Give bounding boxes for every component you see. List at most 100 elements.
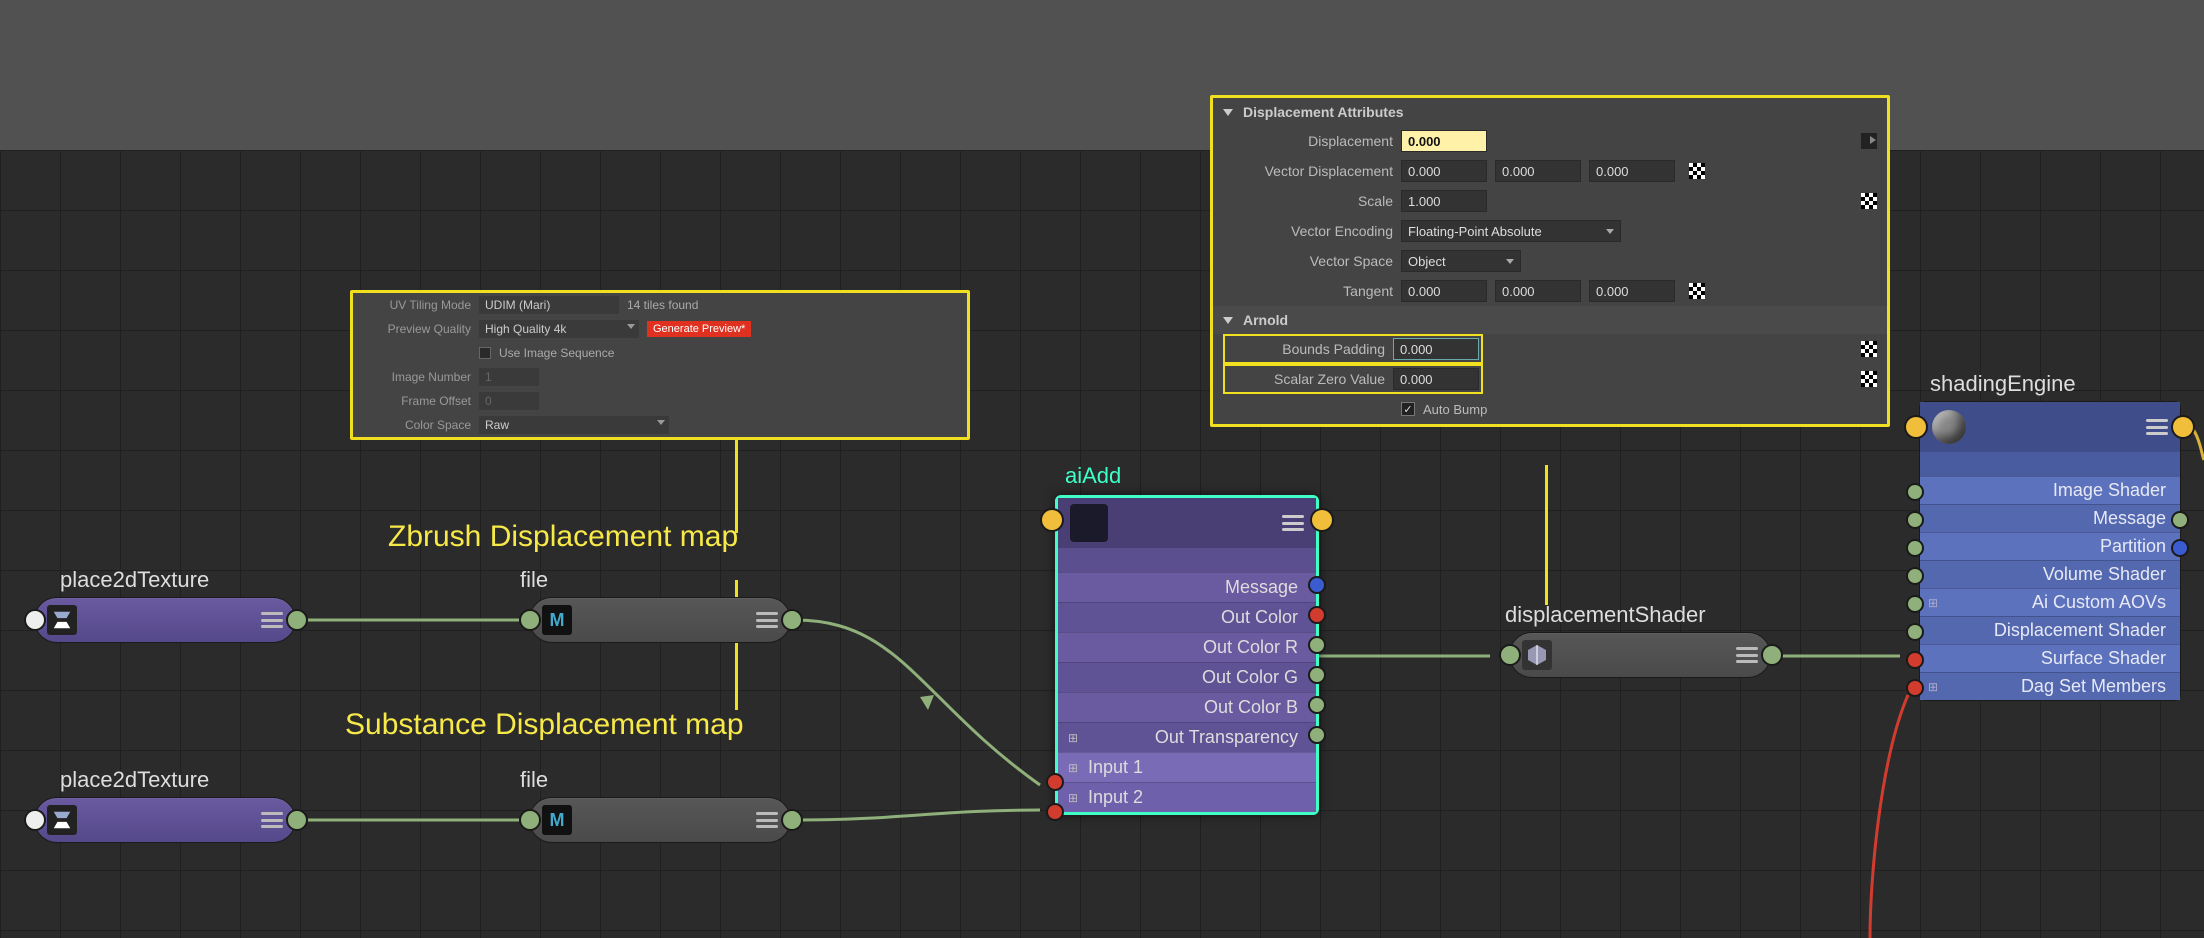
- shading-engine-icon: [1932, 410, 1966, 444]
- tangent-map-button[interactable]: [1689, 283, 1705, 299]
- aiadd-top-out-port[interactable]: [1312, 510, 1332, 530]
- port-displacement-in[interactable]: [1908, 625, 1922, 639]
- color-space-dropdown[interactable]: Raw: [479, 416, 669, 434]
- bounds-padding-highlight: Bounds Padding 0.000: [1223, 334, 1483, 364]
- node-menu-icon[interactable]: [1736, 647, 1758, 663]
- aiadd-out-message[interactable]: Message: [1058, 572, 1316, 602]
- node-menu-icon[interactable]: [1282, 515, 1304, 531]
- se-message[interactable]: Message: [1920, 504, 2180, 532]
- output-port[interactable]: [1763, 646, 1781, 664]
- place2d-texture-node[interactable]: [35, 598, 295, 642]
- port-out-color-r[interactable]: [1310, 638, 1324, 652]
- tangent-x-field[interactable]: 0.000: [1401, 280, 1487, 302]
- port-out-transparency[interactable]: [1310, 728, 1324, 742]
- se-surface-shader[interactable]: Surface Shader: [1920, 644, 2180, 672]
- aiadd-out-transparency[interactable]: ⊞Out Transparency: [1058, 722, 1316, 752]
- bounds-padding-field[interactable]: 0.000: [1393, 338, 1479, 360]
- aiadd-input1[interactable]: ⊞Input 1: [1058, 752, 1316, 782]
- input-port[interactable]: [1501, 646, 1519, 664]
- vector-space-label: Vector Space: [1223, 253, 1393, 269]
- port-out-color[interactable]: [1310, 608, 1324, 622]
- se-volume-shader[interactable]: Volume Shader: [1920, 560, 2180, 588]
- port-image-shader[interactable]: [1908, 485, 1922, 499]
- scale-field[interactable]: 1.000: [1401, 190, 1487, 212]
- port-partition-in[interactable]: [1908, 541, 1922, 555]
- annotation-zbrush: Zbrush Displacement map: [388, 520, 738, 554]
- frame-offset-field[interactable]: 0: [479, 392, 539, 410]
- displacement-map-button[interactable]: [1861, 133, 1877, 149]
- port-se-partition-out[interactable]: [2173, 541, 2187, 555]
- tangent-z-field[interactable]: 0.000: [1589, 280, 1675, 302]
- se-ai-custom-aovs[interactable]: ⊞Ai Custom AOVs: [1920, 588, 2180, 616]
- port-displacement-shader[interactable]: [1908, 653, 1922, 667]
- aiadd-top-in-port[interactable]: [1042, 510, 1062, 530]
- input-port[interactable]: [26, 611, 44, 629]
- input-port[interactable]: [521, 811, 539, 829]
- vector-displacement-z-field[interactable]: 0.000: [1589, 160, 1675, 182]
- node-menu-icon[interactable]: [261, 612, 283, 628]
- vector-encoding-dropdown[interactable]: Floating-Point Absolute: [1401, 220, 1621, 242]
- scalar-zero-map-button[interactable]: [1861, 371, 1877, 387]
- input-port[interactable]: [521, 611, 539, 629]
- se-partition[interactable]: Partition: [1920, 532, 2180, 560]
- use-image-sequence-label: Use Image Sequence: [499, 346, 614, 360]
- aiadd-out-color-r[interactable]: Out Color R: [1058, 632, 1316, 662]
- vector-displacement-x-field[interactable]: 0.000: [1401, 160, 1487, 182]
- bounds-padding-map-button[interactable]: [1861, 341, 1877, 357]
- vector-displacement-y-field[interactable]: 0.000: [1495, 160, 1581, 182]
- auto-bump-checkbox[interactable]: ✓: [1401, 402, 1415, 416]
- aiadd-out-color[interactable]: Out Color: [1058, 602, 1316, 632]
- displacement-shader-node[interactable]: [1510, 633, 1770, 677]
- scalar-zero-field[interactable]: 0.000: [1393, 368, 1479, 390]
- input-port[interactable]: [26, 811, 44, 829]
- node-menu-icon[interactable]: [2146, 419, 2168, 435]
- se-dag-set-members[interactable]: ⊞Dag Set Members: [1920, 672, 2180, 700]
- node-menu-icon[interactable]: [261, 812, 283, 828]
- node-menu-icon[interactable]: [756, 812, 778, 828]
- place2d-texture-node[interactable]: [35, 798, 295, 842]
- port-surface-shader[interactable]: [1908, 681, 1922, 695]
- output-port[interactable]: [783, 611, 801, 629]
- port-input2[interactable]: [1048, 805, 1062, 819]
- preview-quality-label: Preview Quality: [361, 322, 471, 336]
- shading-engine-node[interactable]: Image Shader Message Partition Volume Sh…: [1920, 402, 2180, 700]
- displacement-field[interactable]: 0.000: [1401, 130, 1487, 152]
- frame-offset-label: Frame Offset: [361, 394, 471, 408]
- port-se-message-in[interactable]: [1908, 513, 1922, 527]
- se-image-shader[interactable]: Image Shader: [1920, 476, 2180, 504]
- scale-map-button[interactable]: [1861, 193, 1877, 209]
- port-input1[interactable]: [1048, 775, 1062, 789]
- se-displacement-shader[interactable]: Displacement Shader: [1920, 616, 2180, 644]
- use-image-sequence-checkbox[interactable]: [479, 347, 491, 359]
- uv-tiling-mode-dropdown[interactable]: UDIM (Mari): [479, 296, 619, 314]
- shading-engine-title: shadingEngine: [1930, 371, 2076, 397]
- output-port[interactable]: [288, 611, 306, 629]
- place2d-node-title: place2dTexture: [60, 767, 209, 793]
- aiadd-out-color-b[interactable]: Out Color B: [1058, 692, 1316, 722]
- port-volume-shader[interactable]: [1908, 569, 1922, 583]
- vector-displacement-map-button[interactable]: [1689, 163, 1705, 179]
- displacement-section-header[interactable]: Displacement Attributes: [1213, 98, 1887, 126]
- vector-space-dropdown[interactable]: Object: [1401, 250, 1521, 272]
- aiadd-node[interactable]: Message Out Color Out Color R Out Color …: [1055, 495, 1319, 815]
- collapse-triangle-icon: [1223, 109, 1233, 116]
- node-menu-icon[interactable]: [756, 612, 778, 628]
- file-node[interactable]: M: [530, 798, 790, 842]
- aiadd-input2[interactable]: ⊞Input 2: [1058, 782, 1316, 812]
- port-se-message-out[interactable]: [2173, 513, 2187, 527]
- port-message[interactable]: [1310, 578, 1324, 592]
- preview-quality-dropdown[interactable]: High Quality 4k: [479, 320, 639, 338]
- output-port[interactable]: [288, 811, 306, 829]
- port-out-color-g[interactable]: [1310, 668, 1324, 682]
- port-ai-custom-aovs[interactable]: [1908, 597, 1922, 611]
- output-port[interactable]: [783, 811, 801, 829]
- generate-preview-button[interactable]: Generate Preview*: [647, 321, 751, 337]
- tangent-y-field[interactable]: 0.000: [1495, 280, 1581, 302]
- arnold-section-header[interactable]: Arnold: [1213, 306, 1887, 334]
- port-out-color-b[interactable]: [1310, 698, 1324, 712]
- file-node[interactable]: M: [530, 598, 790, 642]
- aiadd-out-color-g[interactable]: Out Color G: [1058, 662, 1316, 692]
- se-top-in-port[interactable]: [1906, 417, 1926, 437]
- se-top-out-port[interactable]: [2173, 417, 2193, 437]
- image-number-field[interactable]: 1: [479, 368, 539, 386]
